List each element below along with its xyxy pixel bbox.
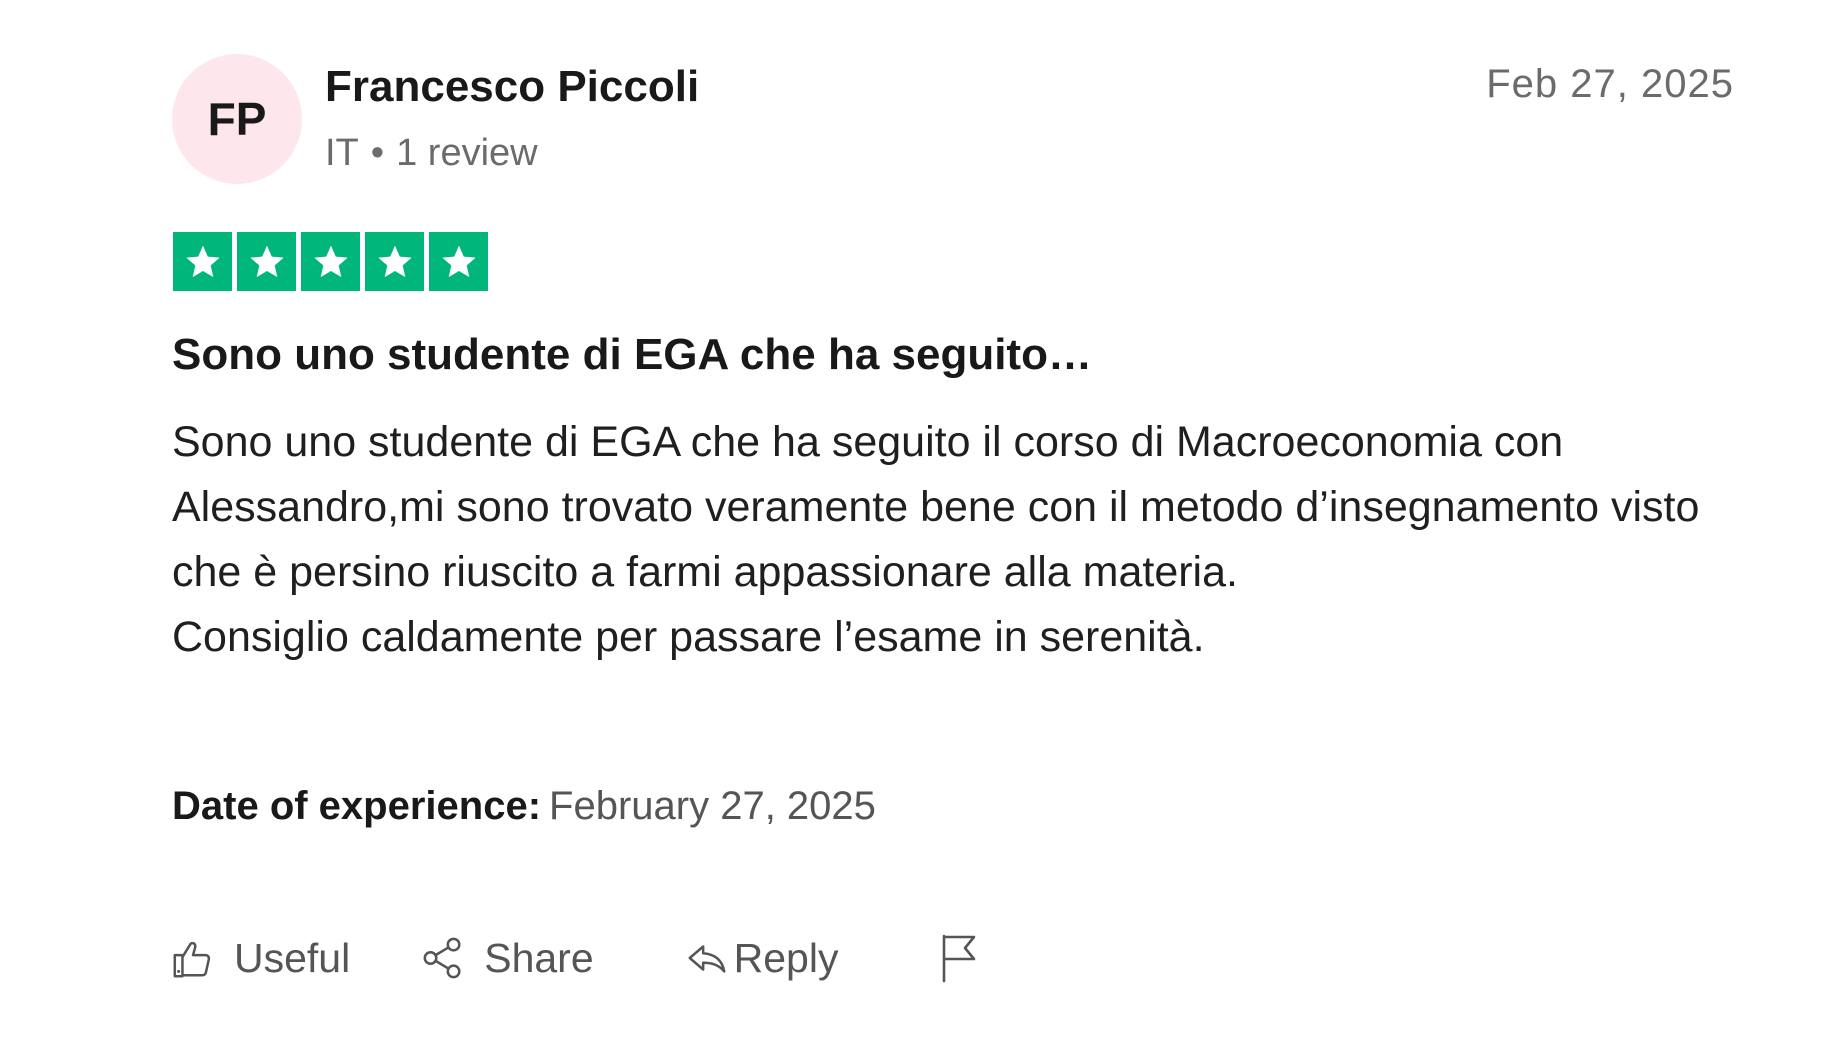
review-count: 1 review	[396, 132, 538, 174]
reviewer-name[interactable]: Francesco Piccoli	[325, 62, 699, 112]
date-of-experience: Date of experience: February 27, 2025	[172, 784, 876, 829]
reply-label: Reply	[733, 934, 839, 981]
avatar-initials: FP	[207, 93, 267, 145]
thumbs-up-icon	[173, 941, 211, 978]
useful-label: Useful	[234, 934, 351, 981]
avatar[interactable]: FP	[172, 54, 302, 184]
star-icon	[365, 232, 424, 291]
flag-icon	[943, 934, 976, 983]
review-body-paragraph: Sono uno studente di EGA che ha seguito …	[172, 418, 1700, 596]
review-body-paragraph: Consiglio caldamente per passare l’esame…	[172, 613, 1205, 661]
useful-button[interactable]: Useful	[170, 935, 350, 982]
review-date: Feb 27, 2025	[1486, 62, 1734, 106]
reply-button[interactable]: Reply	[684, 934, 839, 982]
reviewer-meta: IT • 1 review	[325, 132, 538, 175]
share-label: Share	[484, 934, 594, 981]
star-rating	[173, 232, 488, 291]
experience-label: Date of experience:	[172, 784, 542, 828]
review-title[interactable]: Sono uno studente di EGA che ha seguito…	[172, 330, 1092, 380]
review-body: Sono uno studente di EGA che ha seguito …	[172, 410, 1712, 670]
reviewer-country: IT	[325, 132, 359, 174]
star-icon	[237, 232, 296, 291]
review-actions: Useful Share Reply	[170, 928, 982, 988]
share-icon	[423, 937, 461, 979]
experience-date: February 27, 2025	[549, 784, 876, 828]
meta-separator: •	[370, 132, 385, 174]
reply-icon	[688, 945, 726, 973]
star-icon	[173, 232, 232, 291]
review-card: FP Francesco Piccoli IT • 1 review Feb 27,…	[0, 0, 1844, 1037]
report-flag-button[interactable]	[938, 932, 982, 984]
star-icon	[429, 232, 488, 291]
share-button[interactable]: Share	[420, 934, 594, 982]
star-icon	[301, 232, 360, 291]
